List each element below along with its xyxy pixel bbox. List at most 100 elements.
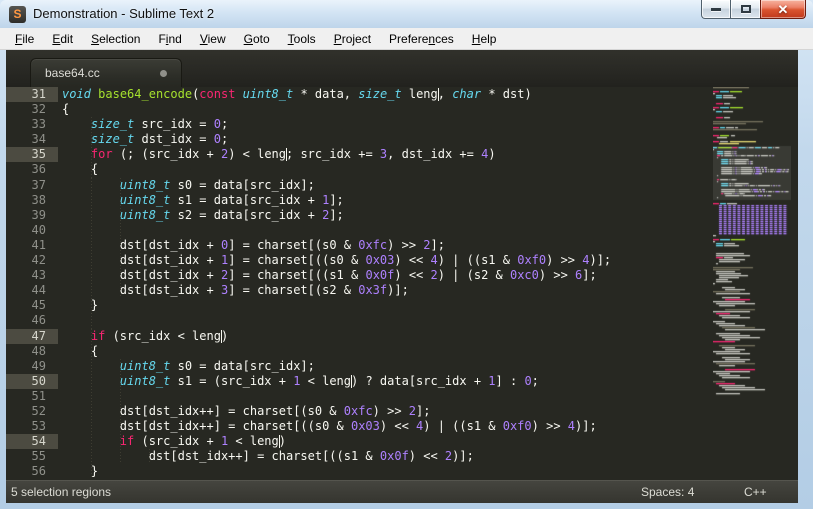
- indent-guide: [120, 419, 121, 434]
- indent-guide: [91, 313, 92, 328]
- syntax-selector[interactable]: C++: [744, 485, 767, 499]
- code-text[interactable]: dst[dst_idx + 0] = charset[(s0 & 0xfc) >…: [58, 238, 798, 253]
- editor-surface[interactable]: 31void base64_encode(const uint8_t * dat…: [6, 87, 798, 480]
- menu-item-find[interactable]: Find: [149, 29, 190, 49]
- code-text[interactable]: dst[dst_idx + 2] = charset[((s1 & 0x0f) …: [58, 268, 798, 283]
- code-text[interactable]: void base64_encode(const uint8_t * data,…: [58, 87, 798, 102]
- indentation-setting[interactable]: Spaces: 4: [641, 485, 694, 499]
- code-text[interactable]: {: [58, 162, 798, 177]
- indent-guide: [91, 359, 92, 374]
- indent-guide: [91, 193, 92, 208]
- minimize-icon: [711, 8, 721, 11]
- tab-label: base64.cc: [31, 66, 100, 80]
- indent-guide: [91, 329, 92, 344]
- line-number: 42: [6, 253, 58, 268]
- menu-item-project[interactable]: Project: [325, 29, 380, 49]
- menu-item-tools[interactable]: Tools: [279, 29, 325, 49]
- minimap[interactable]: [713, 87, 791, 397]
- indent-guide: [91, 132, 92, 147]
- code-text[interactable]: uint8_t s0 = data[src_idx];: [58, 359, 798, 374]
- code-text[interactable]: }: [58, 464, 798, 479]
- indent-guide: [91, 253, 92, 268]
- code-line-46: 46: [6, 313, 798, 328]
- indent-guide: [91, 147, 92, 162]
- window-title: Demonstration - Sublime Text 2: [33, 6, 214, 21]
- indent-guide: [91, 117, 92, 132]
- indent-guide: [91, 464, 92, 479]
- code-line-48: 48 {: [6, 344, 798, 359]
- indent-guide: [91, 178, 92, 193]
- code-line-49: 49 uint8_t s0 = data[src_idx];: [6, 359, 798, 374]
- window: S Demonstration - Sublime Text 2 ✕ FileE…: [0, 0, 813, 509]
- code-text[interactable]: }: [58, 298, 798, 313]
- code-line-54: 54 if (src_idx + 1 < leng): [6, 434, 798, 449]
- minimize-button[interactable]: [701, 0, 731, 19]
- code-line-41: 41 dst[dst_idx + 0] = charset[(s0 & 0xfc…: [6, 238, 798, 253]
- code-text[interactable]: dst[dst_idx + 3] = charset[(s2 & 0x3f)];: [58, 283, 798, 298]
- code-text[interactable]: dst[dst_idx++] = charset[((s0 & 0x03) <<…: [58, 419, 798, 434]
- code-text[interactable]: {: [58, 102, 798, 117]
- indent-guide: [120, 268, 121, 283]
- indent-guide: [91, 208, 92, 223]
- line-number: 34: [6, 132, 58, 147]
- code-line-45: 45 }: [6, 298, 798, 313]
- menu-item-selection[interactable]: Selection: [82, 29, 149, 49]
- line-number: 32: [6, 102, 58, 117]
- line-number: 47: [6, 329, 58, 344]
- code-line-44: 44 dst[dst_idx + 3] = charset[(s2 & 0x3f…: [6, 283, 798, 298]
- code-text[interactable]: [58, 223, 798, 238]
- code-text[interactable]: uint8_t s1 = (src_idx + 1 < leng) ? data…: [58, 374, 798, 389]
- maximize-icon: [741, 5, 751, 13]
- indent-guide: [120, 283, 121, 298]
- menu-item-goto[interactable]: Goto: [235, 29, 279, 49]
- code-text[interactable]: uint8_t s0 = data[src_idx];: [58, 178, 798, 193]
- code-text[interactable]: dst[dst_idx++] = charset[((s1 & 0x0f) <<…: [58, 449, 798, 464]
- line-number: 39: [6, 208, 58, 223]
- maximize-button[interactable]: [731, 0, 760, 19]
- line-number: 49: [6, 359, 58, 374]
- code-text[interactable]: uint8_t s2 = data[src_idx + 2];: [58, 208, 798, 223]
- code-line-51: 51: [6, 389, 798, 404]
- menu-item-help[interactable]: Help: [463, 29, 506, 49]
- code-text[interactable]: dst[dst_idx++] = charset[(s0 & 0xfc) >> …: [58, 404, 798, 419]
- menu-item-edit[interactable]: Edit: [43, 29, 82, 49]
- line-number: 48: [6, 344, 58, 359]
- code-line-34: 34 size_t dst_idx = 0;: [6, 132, 798, 147]
- line-number: 50: [6, 374, 58, 389]
- indent-guide: [91, 434, 92, 449]
- line-number: 37: [6, 178, 58, 193]
- menu-item-view[interactable]: View: [191, 29, 235, 49]
- code-text[interactable]: if (src_idx < leng): [58, 329, 798, 344]
- code-line-43: 43 dst[dst_idx + 2] = charset[((s1 & 0x0…: [6, 268, 798, 283]
- code-text[interactable]: size_t src_idx = 0;: [58, 117, 798, 132]
- code-text[interactable]: [58, 389, 798, 404]
- code-line-42: 42 dst[dst_idx + 1] = charset[((s0 & 0x0…: [6, 253, 798, 268]
- code-text[interactable]: {: [58, 344, 798, 359]
- title-bar[interactable]: S Demonstration - Sublime Text 2 ✕: [0, 0, 813, 28]
- code-text[interactable]: for (; (src_idx + 2) < leng; src_idx += …: [58, 147, 798, 162]
- indent-guide: [91, 344, 92, 359]
- code-text[interactable]: dst[dst_idx + 1] = charset[((s0 & 0x03) …: [58, 253, 798, 268]
- code-text[interactable]: uint8_t s1 = data[src_idx + 1];: [58, 193, 798, 208]
- code-text[interactable]: [58, 313, 798, 328]
- window-controls: ✕: [701, 0, 806, 19]
- indent-guide: [91, 298, 92, 313]
- line-number: 33: [6, 117, 58, 132]
- close-button[interactable]: ✕: [760, 0, 806, 19]
- code-text[interactable]: if (src_idx + 1 < leng): [58, 434, 798, 449]
- menu-item-preferences[interactable]: Preferences: [380, 29, 463, 49]
- modified-dot-icon[interactable]: [160, 70, 167, 77]
- tab-bar: base64.cc: [6, 50, 798, 87]
- indent-guide: [120, 238, 121, 253]
- line-number: 31: [6, 87, 58, 102]
- line-number: 54: [6, 434, 58, 449]
- code-line-32: 32{: [6, 102, 798, 117]
- editor-window: base64.cc 31void base64_encode(const uin…: [6, 50, 798, 480]
- line-number: 43: [6, 268, 58, 283]
- code-line-36: 36 {: [6, 162, 798, 177]
- menu-item-file[interactable]: File: [6, 29, 43, 49]
- indent-guide: [120, 223, 121, 238]
- tab-base64[interactable]: base64.cc: [30, 58, 182, 87]
- code-line-53: 53 dst[dst_idx++] = charset[((s0 & 0x03)…: [6, 419, 798, 434]
- code-text[interactable]: size_t dst_idx = 0;: [58, 132, 798, 147]
